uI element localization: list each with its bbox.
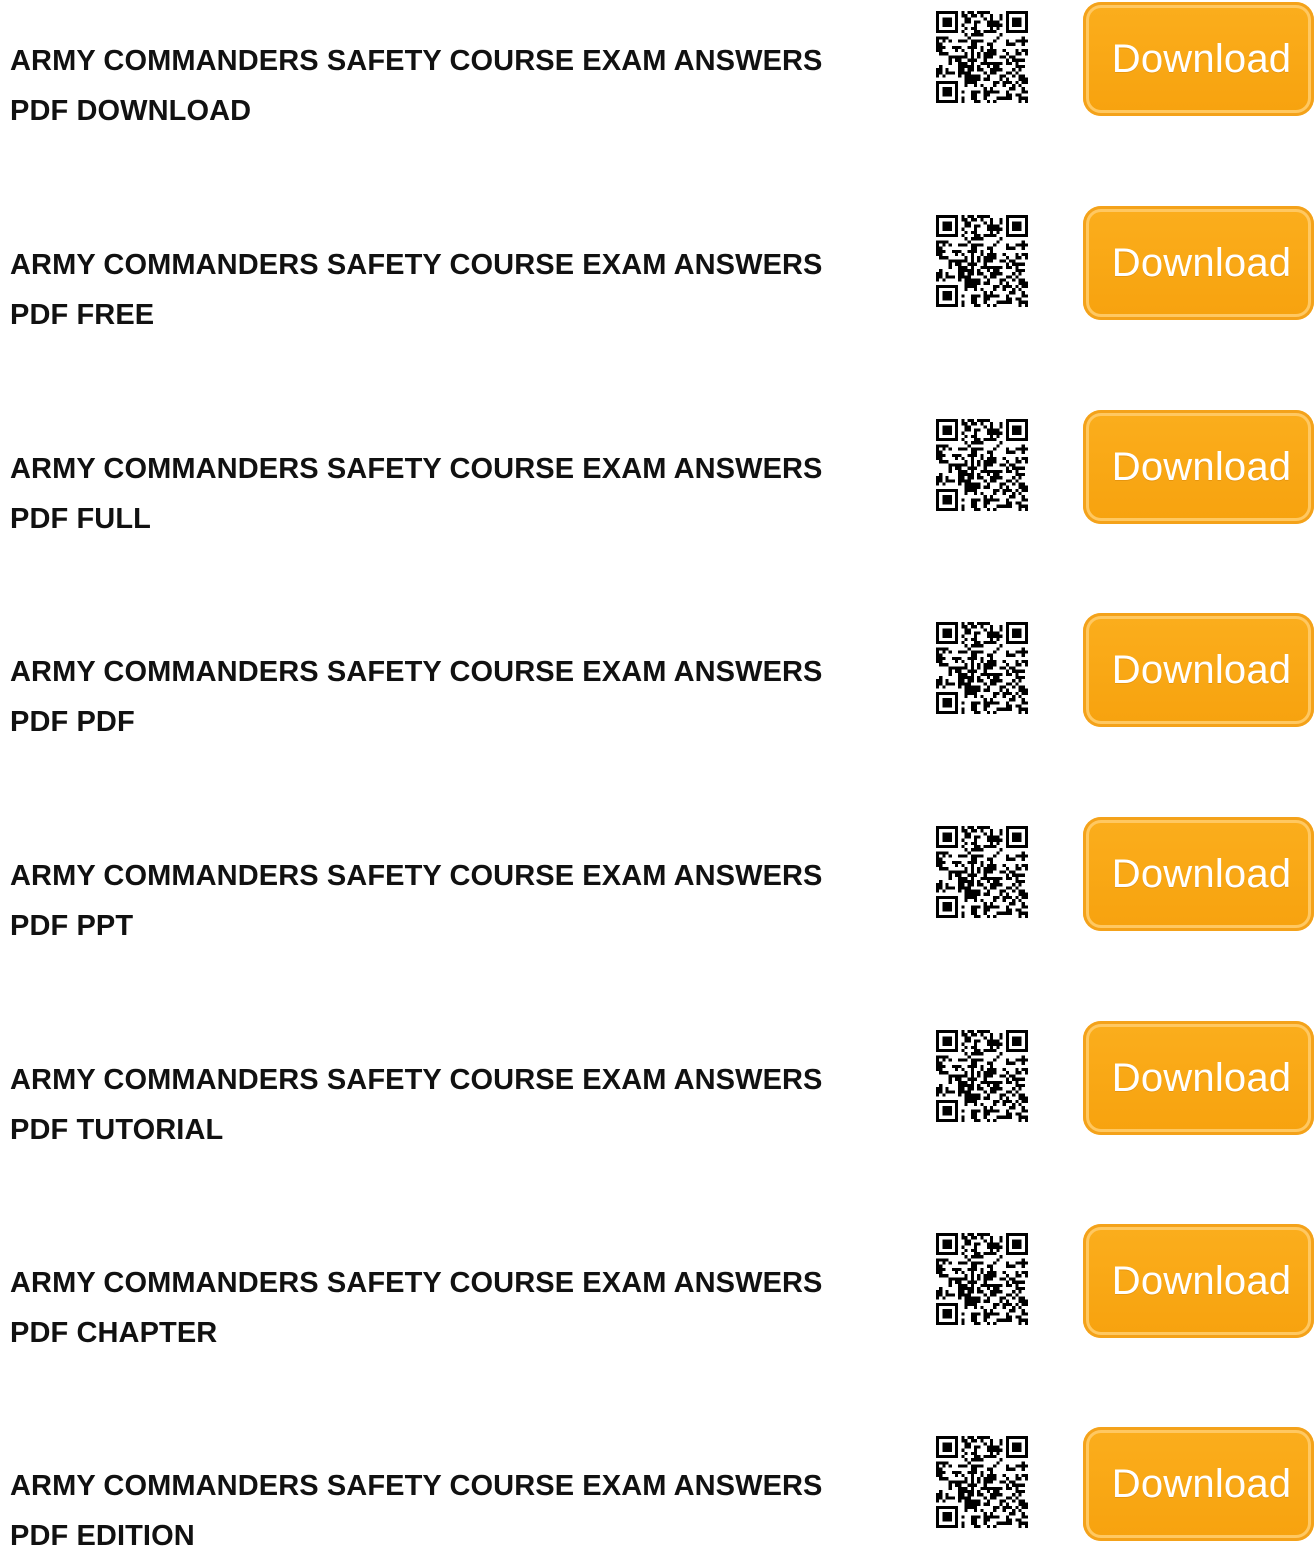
qr-code-modules: [936, 1233, 1028, 1325]
download-button[interactable]: Download: [1083, 206, 1314, 320]
item-title: ARMY COMMANDERS SAFETY COURSE EXAM ANSWE…: [10, 851, 910, 951]
item-title: ARMY COMMANDERS SAFETY COURSE EXAM ANSWE…: [10, 1258, 910, 1358]
qr-code-icon: [936, 826, 1028, 918]
download-button-label: Download: [1111, 647, 1292, 692]
qr-code-modules: [936, 826, 1028, 918]
download-button[interactable]: Download: [1083, 1224, 1314, 1338]
download-button[interactable]: Download: [1083, 613, 1314, 727]
item-title-line-2: PDF EDITION: [10, 1520, 195, 1552]
qr-code-modules: [936, 215, 1028, 307]
qr-code-modules: [936, 11, 1028, 103]
item-title-line-2: PDF CHAPTER: [10, 1317, 218, 1349]
list-item: ARMY COMMANDERS SAFETY COURSE EXAM ANSWE…: [0, 408, 1316, 535]
item-title-line-1: ARMY COMMANDERS SAFETY COURSE EXAM ANSWE…: [10, 1470, 823, 1502]
item-title: ARMY COMMANDERS SAFETY COURSE EXAM ANSWE…: [10, 1461, 910, 1561]
list-item: ARMY COMMANDERS SAFETY COURSE EXAM ANSWE…: [0, 611, 1316, 738]
qr-code-icon: [936, 622, 1028, 714]
item-title-line-2: PDF DOWNLOAD: [10, 95, 252, 127]
item-title-line-1: ARMY COMMANDERS SAFETY COURSE EXAM ANSWE…: [10, 453, 823, 485]
item-title-line-2: PDF TUTORIAL: [10, 1114, 224, 1146]
download-button[interactable]: Download: [1083, 817, 1314, 931]
item-title: ARMY COMMANDERS SAFETY COURSE EXAM ANSWE…: [10, 36, 910, 136]
download-button[interactable]: Download: [1083, 1427, 1314, 1541]
list-item: ARMY COMMANDERS SAFETY COURSE EXAM ANSWE…: [0, 204, 1316, 331]
item-title-line-1: ARMY COMMANDERS SAFETY COURSE EXAM ANSWE…: [10, 656, 823, 688]
item-title-line-2: PDF PPT: [10, 910, 134, 942]
download-button-label: Download: [1111, 851, 1292, 896]
qr-code-modules: [936, 622, 1028, 714]
download-button[interactable]: Download: [1083, 1021, 1314, 1135]
qr-code-modules: [936, 1030, 1028, 1122]
item-title: ARMY COMMANDERS SAFETY COURSE EXAM ANSWE…: [10, 1055, 910, 1155]
download-button-label: Download: [1111, 444, 1292, 489]
qr-code-icon: [936, 419, 1028, 511]
download-button[interactable]: Download: [1083, 2, 1314, 116]
download-button-label: Download: [1111, 240, 1292, 285]
qr-code-icon: [936, 1030, 1028, 1122]
qr-code-icon: [936, 11, 1028, 103]
list-item: ARMY COMMANDERS SAFETY COURSE EXAM ANSWE…: [0, 1019, 1316, 1146]
download-button[interactable]: Download: [1083, 410, 1314, 524]
item-title-line-2: PDF FREE: [10, 299, 155, 331]
list-item: ARMY COMMANDERS SAFETY COURSE EXAM ANSWE…: [0, 1222, 1316, 1349]
qr-code-icon: [936, 1436, 1028, 1528]
qr-code-modules: [936, 1436, 1028, 1528]
download-button-label: Download: [1111, 36, 1292, 81]
item-title-line-2: PDF FULL: [10, 503, 151, 535]
item-title-line-2: PDF PDF: [10, 706, 135, 738]
item-title: ARMY COMMANDERS SAFETY COURSE EXAM ANSWE…: [10, 444, 910, 544]
item-title-line-1: ARMY COMMANDERS SAFETY COURSE EXAM ANSWE…: [10, 45, 823, 77]
item-title: ARMY COMMANDERS SAFETY COURSE EXAM ANSWE…: [10, 647, 910, 747]
item-title-line-1: ARMY COMMANDERS SAFETY COURSE EXAM ANSWE…: [10, 860, 823, 892]
qr-code-modules: [936, 419, 1028, 511]
download-button-label: Download: [1111, 1055, 1292, 1100]
list-item: ARMY COMMANDERS SAFETY COURSE EXAM ANSWE…: [0, 0, 1316, 127]
item-title-line-1: ARMY COMMANDERS SAFETY COURSE EXAM ANSWE…: [10, 249, 823, 281]
item-title-line-1: ARMY COMMANDERS SAFETY COURSE EXAM ANSWE…: [10, 1267, 823, 1299]
download-button-label: Download: [1111, 1258, 1292, 1303]
list-item: ARMY COMMANDERS SAFETY COURSE EXAM ANSWE…: [0, 815, 1316, 942]
qr-code-icon: [936, 215, 1028, 307]
list-item: ARMY COMMANDERS SAFETY COURSE EXAM ANSWE…: [0, 1425, 1316, 1552]
qr-code-icon: [936, 1233, 1028, 1325]
item-title-line-1: ARMY COMMANDERS SAFETY COURSE EXAM ANSWE…: [10, 1064, 823, 1096]
download-button-label: Download: [1111, 1461, 1292, 1506]
item-title: ARMY COMMANDERS SAFETY COURSE EXAM ANSWE…: [10, 240, 910, 340]
